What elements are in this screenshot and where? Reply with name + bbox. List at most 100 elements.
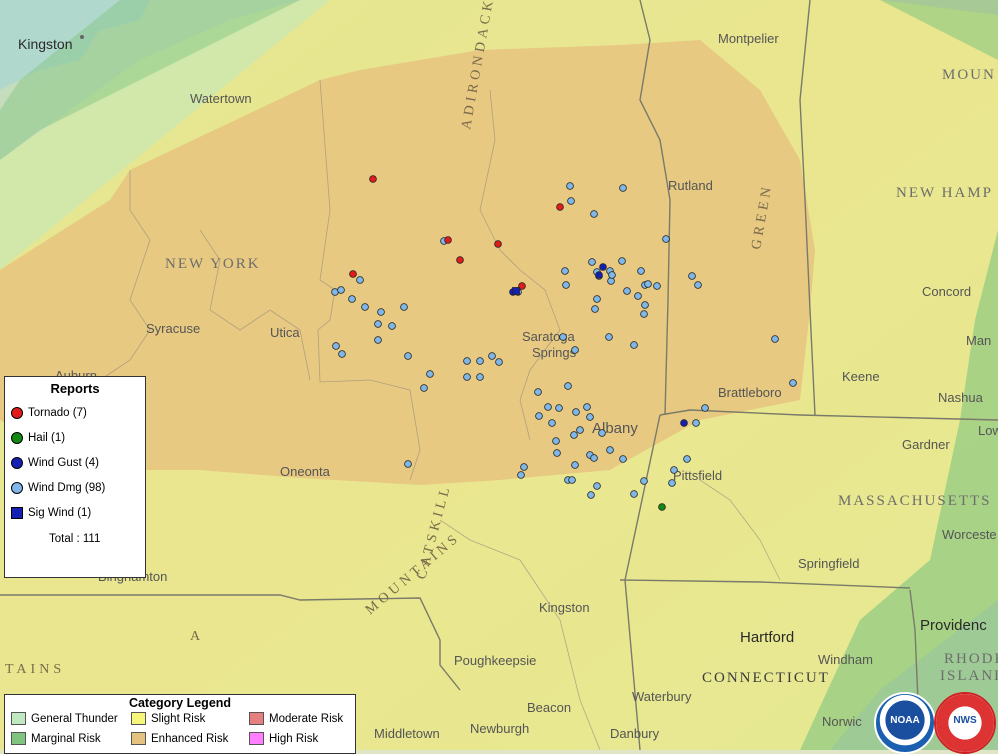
report-wind-dmg-marker <box>692 419 700 427</box>
label-man: Man <box>966 333 991 348</box>
label-springfield: Springfield <box>798 556 859 571</box>
tains-label: TAINS <box>5 662 65 677</box>
legend-enhanced-risk: Enhanced Risk <box>131 732 228 745</box>
report-wind-dmg-marker <box>463 373 471 381</box>
report-wind-dmg-marker <box>562 281 570 289</box>
wind-dmg-marker-icon <box>11 482 23 494</box>
reports-legend-title: Reports <box>50 381 100 396</box>
report-wind-dmg-marker <box>356 276 364 284</box>
legend-hail: Hail (1) <box>11 432 65 444</box>
label-providence: Providenc <box>920 617 987 634</box>
enhanced-risk-swatch <box>131 732 146 745</box>
hail-marker-icon <box>11 432 23 444</box>
category-legend-title: Category Legend <box>128 696 232 710</box>
label-middletown: Middletown <box>374 726 440 741</box>
report-wind-dmg-marker <box>634 292 642 300</box>
report-wind-dmg-marker <box>564 382 572 390</box>
report-wind-dmg-marker <box>568 476 576 484</box>
report-tornado-marker <box>349 270 357 278</box>
outlook-map: ADIRONDACK GREEN CATSKILL MOUNTAINS A TA… <box>0 0 998 750</box>
report-wind-dmg-marker <box>572 408 580 416</box>
report-tornado-marker <box>369 175 377 183</box>
moderate-risk-swatch <box>249 712 264 725</box>
report-wind-dmg-marker <box>570 431 578 439</box>
legend-high-risk: High Risk <box>249 732 318 745</box>
report-wind-dmg-marker <box>606 446 614 454</box>
report-wind-dmg-marker <box>668 479 676 487</box>
report-wind-dmg-marker <box>653 282 661 290</box>
category-legend: Category Legend General Thunder Slight R… <box>4 694 356 754</box>
noaa-logo-icon: NOAA <box>874 692 936 754</box>
report-wind-dmg-marker <box>630 490 638 498</box>
label-saratoga: Saratoga <box>522 329 576 344</box>
report-wind-dmg-marker <box>688 272 696 280</box>
label-danbury: Danbury <box>610 726 660 741</box>
report-wind-dmg-marker <box>404 352 412 360</box>
report-wind-dmg-marker <box>552 437 560 445</box>
reports-legend: Reports Tornado (7) Hail (1) Wind Gust (… <box>4 376 146 578</box>
label-massachusetts: MASSACHUSETTS <box>838 493 992 509</box>
label-watertown: Watertown <box>190 91 252 106</box>
legend-marginal-risk: Marginal Risk <box>11 732 101 745</box>
report-wind-gust-marker <box>595 271 603 279</box>
report-wind-dmg-marker <box>590 210 598 218</box>
label-utica: Utica <box>270 325 300 340</box>
report-wind-dmg-marker <box>591 305 599 313</box>
legend-general-thunder: General Thunder <box>11 712 118 725</box>
label-pittsfield: Pittsfield <box>673 468 722 483</box>
label-new-york: NEW YORK <box>165 256 261 272</box>
report-wind-dmg-marker <box>623 287 631 295</box>
label-rutland: Rutland <box>668 178 713 193</box>
report-tornado-marker <box>456 256 464 264</box>
report-wind-dmg-marker <box>400 303 408 311</box>
report-wind-dmg-marker <box>361 303 369 311</box>
report-wind-dmg-marker <box>553 449 561 457</box>
report-tornado-marker <box>556 203 564 211</box>
report-wind-dmg-marker <box>571 461 579 469</box>
report-wind-dmg-marker <box>555 404 563 412</box>
label-newburgh: Newburgh <box>470 721 529 736</box>
report-wind-dmg-marker <box>338 350 346 358</box>
label-hartford: Hartford <box>740 629 794 646</box>
label-norwich: Norwic <box>822 714 862 729</box>
label-waterbury: Waterbury <box>632 689 692 704</box>
report-tornado-marker <box>444 236 452 244</box>
legend-wind-gust: Wind Gust (4) <box>11 457 99 469</box>
report-wind-dmg-marker <box>670 466 678 474</box>
sig-wind-marker-icon <box>11 507 23 519</box>
report-wind-dmg-marker <box>548 419 556 427</box>
report-wind-dmg-marker <box>332 342 340 350</box>
label-kingston: Kingston <box>539 600 590 615</box>
report-wind-dmg-marker <box>377 308 385 316</box>
general-thunder-swatch <box>11 712 26 725</box>
report-wind-dmg-marker <box>640 477 648 485</box>
report-wind-dmg-marker <box>566 182 574 190</box>
report-wind-dmg-marker <box>576 426 584 434</box>
report-wind-gust-marker <box>680 419 688 427</box>
report-wind-dmg-marker <box>588 258 596 266</box>
report-wind-dmg-marker <box>593 482 601 490</box>
high-risk-swatch <box>249 732 264 745</box>
report-wind-dmg-marker <box>583 403 591 411</box>
label-montpelier: Montpelier <box>718 31 779 46</box>
label-concord: Concord <box>922 284 971 299</box>
label-kingston-north: Kingston <box>18 36 72 52</box>
label-keene: Keene <box>842 369 880 384</box>
marginal-risk-swatch <box>11 732 26 745</box>
label-new-hamp: NEW HAMP <box>896 185 993 201</box>
report-tornado-marker <box>494 240 502 248</box>
label-connecticut: CONNECTICUT <box>702 670 830 686</box>
label-low: Low <box>978 423 998 438</box>
legend-moderate-risk: Moderate Risk <box>249 712 343 725</box>
wind-gust-marker-icon <box>11 457 23 469</box>
report-wind-dmg-marker <box>495 358 503 366</box>
label-island: ISLAND <box>940 668 998 684</box>
legend-sig-wind: Sig Wind (1) <box>11 507 91 519</box>
report-wind-dmg-marker <box>618 257 626 265</box>
report-wind-dmg-marker <box>771 335 779 343</box>
report-wind-dmg-marker <box>559 333 567 341</box>
report-wind-dmg-marker <box>662 235 670 243</box>
report-wind-dmg-marker <box>420 384 428 392</box>
report-wind-dmg-marker <box>630 341 638 349</box>
label-gardner: Gardner <box>902 437 950 452</box>
